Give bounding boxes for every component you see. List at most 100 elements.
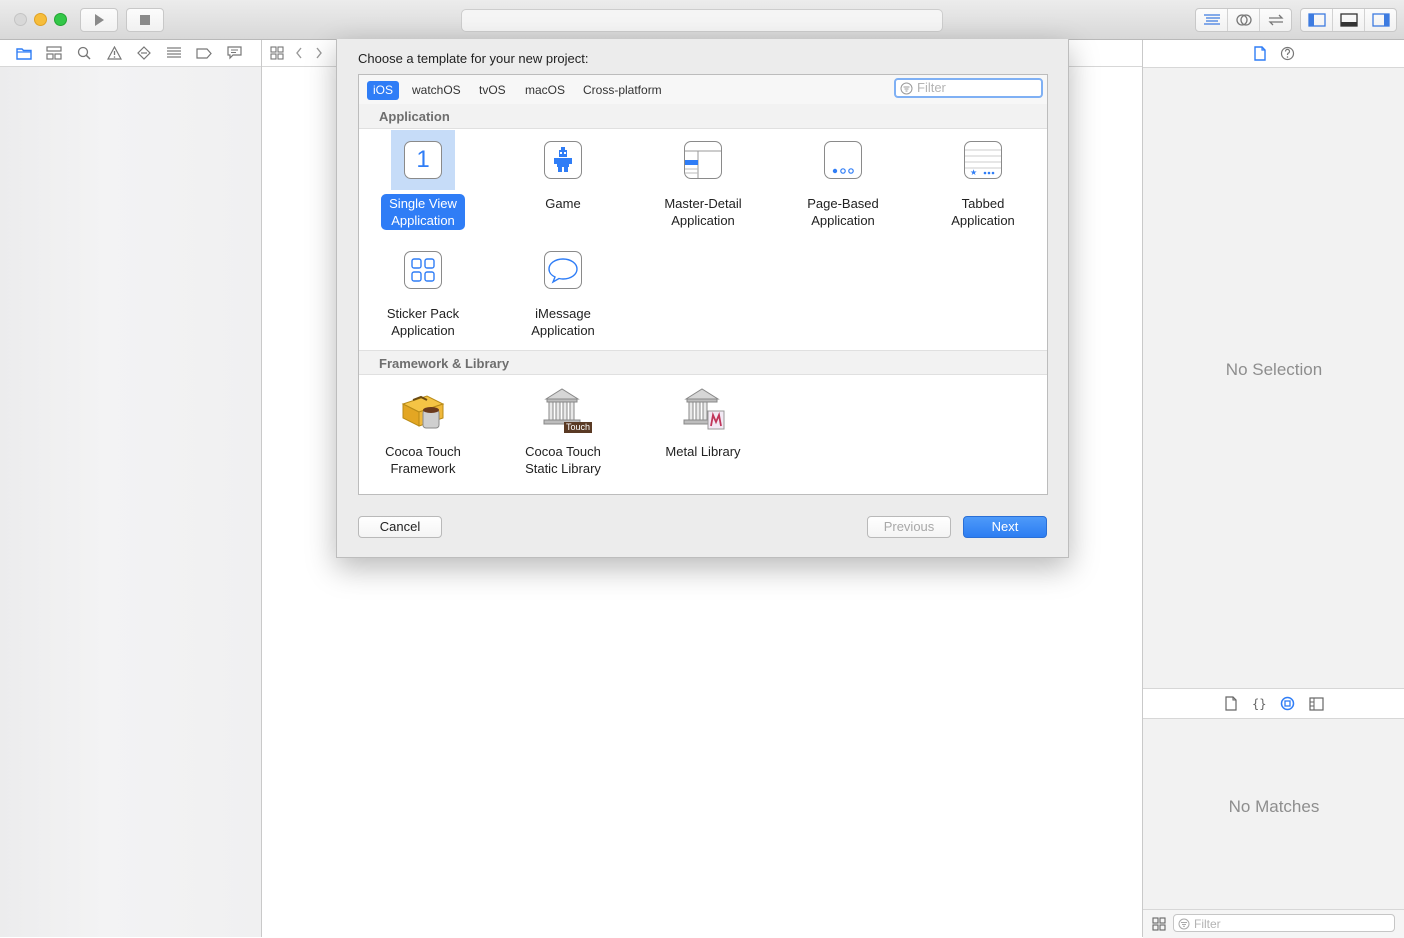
quick-help-icon[interactable] (1280, 46, 1295, 61)
tab-macos[interactable]: macOS (519, 81, 571, 100)
report-navigator-tab[interactable] (224, 45, 244, 61)
library-building-icon: Touch (538, 383, 592, 433)
library-grid-view-icon[interactable] (1152, 917, 1166, 931)
symbol-navigator-tab[interactable] (44, 45, 64, 61)
stop-button[interactable] (126, 8, 164, 32)
touch-badge: Touch (563, 422, 592, 433)
version-editor-button[interactable] (1260, 9, 1291, 31)
navigator-area (0, 40, 262, 937)
template-sticker-pack-application[interactable]: Sticker Pack Application (363, 240, 483, 340)
single-view-icon-digit: 1 (416, 146, 430, 173)
new-project-template-sheet: Choose a template for your new project: … (336, 39, 1069, 558)
template-cocoa-touch-static-library[interactable]: Touch Cocoa Touch Static Library (503, 378, 623, 478)
template-label: Page-Based Application (807, 196, 879, 228)
platform-tab-bar: iOS watchOS tvOS macOS Cross-platform Fi… (359, 75, 1047, 105)
filter-icon (900, 82, 913, 95)
debug-navigator-tab[interactable] (164, 45, 184, 61)
svg-text:{}: {} (1252, 697, 1266, 711)
template-label: Sticker Pack Application (386, 306, 460, 338)
template-label: Master-Detail Application (664, 196, 742, 228)
template-label: iMessage Application (531, 306, 595, 338)
template-icon-frame (531, 240, 595, 300)
issue-navigator-tab[interactable] (104, 45, 124, 61)
search-icon (77, 46, 91, 60)
right-panel-icon (1371, 13, 1390, 27)
template-icon-frame (391, 240, 455, 300)
related-items-grid-icon[interactable] (270, 46, 284, 60)
template-page-based-application[interactable]: Page-Based Application (783, 130, 903, 230)
template-icon-frame: Touch (531, 378, 595, 438)
template-imessage-application[interactable]: iMessage Application (503, 240, 623, 340)
minimize-window-button[interactable] (34, 13, 47, 26)
toggle-debug-area-button[interactable] (1333, 9, 1365, 31)
cancel-button[interactable]: Cancel (358, 516, 442, 538)
sticker-pack-icon (404, 251, 442, 289)
page-based-icon (824, 141, 862, 179)
section-application-header: Application (359, 104, 1047, 129)
bottom-panel-icon (1339, 13, 1358, 27)
back-chevron-icon[interactable] (294, 46, 304, 60)
tag-icon (196, 47, 212, 59)
tab-tvos[interactable]: tvOS (473, 81, 512, 100)
file-inspector-icon[interactable] (1253, 46, 1266, 61)
navigator-selector-bar (0, 40, 261, 67)
utilities-area: No Selection {} No Matches Filter (1142, 40, 1404, 938)
comment-icon (226, 46, 242, 60)
file-template-library-icon[interactable] (1224, 696, 1237, 711)
find-navigator-tab[interactable] (74, 45, 94, 61)
toggle-navigator-button[interactable] (1301, 9, 1333, 31)
close-window-button[interactable] (14, 13, 27, 26)
tab-cross-platform[interactable]: Cross-platform (577, 81, 668, 100)
template-label: Single View Application (381, 194, 465, 230)
object-library-icon[interactable] (1280, 696, 1295, 711)
no-matches-label: No Matches (1228, 797, 1320, 816)
library-filter-placeholder: Filter (1194, 917, 1221, 931)
play-icon (95, 14, 104, 26)
editor-mode-segment (1195, 8, 1292, 32)
template-master-detail-application[interactable]: Master-Detail Application (643, 130, 763, 230)
left-panel-icon (1307, 13, 1326, 27)
template-icon-frame (671, 130, 735, 190)
toolbox-icon (401, 395, 445, 429)
test-navigator-tab[interactable] (134, 45, 154, 61)
previous-button[interactable]: Previous (867, 516, 951, 538)
assistant-editor-button[interactable] (1228, 9, 1260, 31)
template-cocoa-touch-framework[interactable]: Cocoa Touch Framework (363, 378, 483, 478)
section-framework-library-header: Framework & Library (359, 350, 1047, 375)
standard-editor-button[interactable] (1196, 9, 1228, 31)
zoom-window-button[interactable] (54, 13, 67, 26)
template-chooser: iOS watchOS tvOS macOS Cross-platform Fi… (358, 74, 1048, 495)
template-icon-frame: ★ (951, 130, 1015, 190)
toggle-utilities-button[interactable] (1365, 9, 1396, 31)
tab-watchos[interactable]: watchOS (406, 81, 467, 100)
tab-ios[interactable]: iOS (367, 81, 400, 100)
rings-icon (1235, 14, 1252, 26)
project-navigator-tab[interactable] (14, 45, 34, 61)
template-label: Metal Library (665, 444, 741, 459)
library-filter-input[interactable]: Filter (1173, 914, 1395, 932)
run-button[interactable] (80, 8, 118, 32)
svg-text:★: ★ (970, 168, 977, 177)
media-library-icon[interactable] (1308, 696, 1324, 711)
code-snippet-library-icon[interactable]: {} (1251, 696, 1266, 711)
template-tabbed-application[interactable]: ★ Tabbed Application (923, 130, 1043, 230)
template-filter-input[interactable]: Filter (894, 78, 1043, 98)
template-label: Cocoa Touch Framework (385, 444, 461, 476)
template-icon-frame (811, 130, 875, 190)
template-metal-library[interactable]: Metal Library (643, 378, 763, 461)
arrows-icon (1267, 14, 1284, 26)
filter-icon (1178, 918, 1190, 930)
breakpoint-navigator-tab[interactable] (194, 45, 214, 61)
template-icon-frame (391, 378, 455, 438)
inspector-selector-bar (1143, 40, 1404, 68)
template-filter-placeholder: Filter (917, 80, 946, 95)
imessage-bubble-icon (544, 251, 582, 289)
test-diamond-icon (137, 46, 151, 60)
template-label: Game (545, 196, 581, 211)
template-label: Tabbed Application (951, 196, 1015, 228)
panel-visibility-segment (1300, 8, 1397, 32)
forward-chevron-icon[interactable] (314, 46, 324, 60)
next-button[interactable]: Next (963, 516, 1047, 538)
template-game[interactable]: Game (503, 130, 623, 213)
template-single-view-application[interactable]: 1 Single View Application (363, 130, 483, 230)
